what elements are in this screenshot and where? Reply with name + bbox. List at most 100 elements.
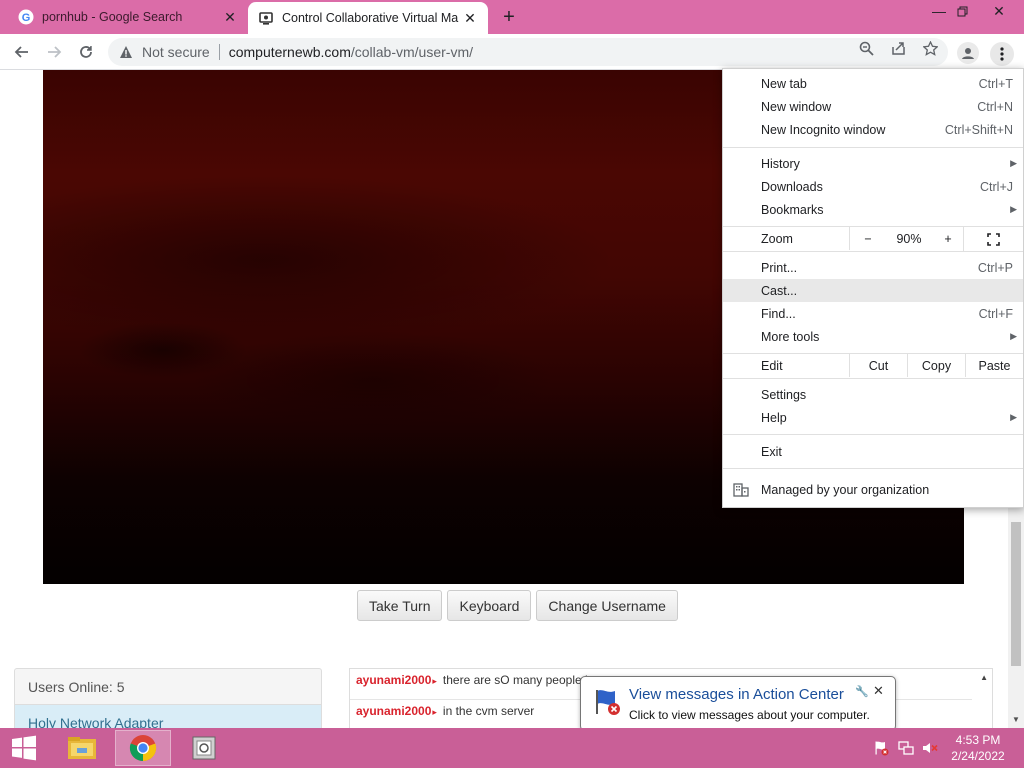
menu-item-bookmarks[interactable]: Bookmarks ▶: [723, 198, 1023, 221]
menu-shortcut: Ctrl+F: [978, 306, 1013, 321]
zoom-icon[interactable]: [858, 40, 874, 56]
menu-label: Bookmarks: [761, 202, 824, 217]
vm-app-icon[interactable]: [176, 730, 232, 766]
tab-strip: G pornhub - Google Search ✕ Control Coll…: [0, 0, 1024, 34]
close-tab-icon[interactable]: ✕: [462, 10, 478, 26]
divider: [218, 44, 220, 60]
clock-time: 4:53 PM: [955, 733, 1001, 747]
url-path: /collab-vm/user-vm/: [350, 44, 474, 60]
start-button[interactable]: [0, 728, 48, 768]
menu-item-more-tools[interactable]: More tools ▶: [723, 325, 1023, 348]
notification-text: Click to view messages about your comput…: [629, 708, 870, 722]
clock-date: 2/24/2022: [951, 749, 1005, 763]
menu-label: Cast...: [761, 283, 798, 298]
submenu-arrow-icon: ▶: [1010, 158, 1017, 168]
menu-item-new-tab[interactable]: New tab Ctrl+T: [723, 72, 1023, 95]
browser-toolbar: Not secure computernewb.com/collab-vm/us…: [0, 34, 1024, 70]
tab-collabvm[interactable]: Control Collaborative Virtual Ma ✕: [248, 2, 488, 34]
menu-label: History: [761, 156, 800, 171]
scrollbar-thumb[interactable]: [1011, 522, 1021, 666]
url-host: computernewb.com: [228, 44, 351, 60]
menu-item-zoom: Zoom − 90% +: [723, 227, 1023, 251]
zoom-controls: − 90% +: [849, 227, 963, 250]
google-icon: G: [18, 9, 34, 25]
chrome-menu-icon[interactable]: [990, 42, 1014, 66]
file-explorer-icon[interactable]: [54, 730, 110, 766]
action-center-tray-icon[interactable]: [874, 740, 890, 756]
menu-item-downloads[interactable]: Downloads Ctrl+J: [723, 175, 1023, 198]
menu-separator: [723, 251, 1023, 252]
windows-logo-icon: [12, 735, 36, 761]
menu-shortcut: Ctrl+T: [978, 76, 1013, 91]
menu-item-cast[interactable]: Cast...: [723, 279, 1023, 302]
back-arrow-icon[interactable]: [11, 41, 33, 63]
change-username-button[interactable]: Change Username: [536, 590, 678, 621]
close-icon[interactable]: ✕: [873, 683, 884, 699]
take-turn-button[interactable]: Take Turn: [357, 590, 443, 621]
menu-item-find[interactable]: Find... Ctrl+F: [723, 302, 1023, 325]
user-list-item[interactable]: Holy Network Adapter: [15, 705, 321, 728]
paste-button[interactable]: Paste: [965, 354, 1023, 377]
action-center-notification[interactable]: View messages in Action Center Click to …: [580, 676, 896, 740]
system-clock[interactable]: 4:53 PM 2/24/2022: [948, 732, 1008, 764]
scroll-up-arrow-icon[interactable]: ▲: [980, 673, 988, 682]
menu-item-history[interactable]: History ▶: [723, 152, 1023, 175]
submenu-arrow-icon: ▶: [1010, 412, 1017, 422]
taskbar: 4:53 PM 2/24/2022: [0, 728, 1024, 768]
menu-label: Help: [761, 410, 787, 425]
menu-shortcut: Ctrl+J: [980, 179, 1013, 194]
menu-item-new-window[interactable]: New window Ctrl+N: [723, 95, 1023, 118]
menu-item-settings[interactable]: Settings: [723, 383, 1023, 406]
users-online-panel: Users Online: 5 Holy Network Adapter: [14, 668, 322, 728]
scroll-down-arrow-icon[interactable]: ▼: [1012, 715, 1020, 724]
tab-title: Control Collaborative Virtual Ma: [282, 11, 459, 25]
menu-label: New Incognito window: [761, 122, 886, 137]
address-bar[interactable]: Not secure computernewb.com/collab-vm/us…: [108, 38, 948, 66]
chat-username[interactable]: ayunami2000: [356, 673, 437, 687]
menu-item-exit[interactable]: Exit: [723, 440, 1023, 463]
close-tab-icon[interactable]: ✕: [222, 9, 238, 25]
copy-button[interactable]: Copy: [907, 354, 965, 377]
menu-item-new-incognito[interactable]: New Incognito window Ctrl+Shift+N: [723, 118, 1023, 141]
restore-icon[interactable]: [946, 0, 978, 22]
notification-title[interactable]: View messages in Action Center: [629, 686, 844, 703]
menu-separator: [723, 468, 1023, 469]
warning-icon[interactable]: [118, 44, 134, 60]
menu-label: New window: [761, 99, 832, 114]
security-status[interactable]: Not secure: [142, 44, 210, 60]
menu-item-print[interactable]: Print... Ctrl+P: [723, 256, 1023, 279]
submenu-arrow-icon: ▶: [1010, 204, 1017, 214]
menu-item-help[interactable]: Help ▶: [723, 406, 1023, 429]
wrench-icon[interactable]: 🔧: [855, 685, 869, 698]
new-tab-button[interactable]: +: [498, 6, 520, 28]
menu-shortcut: Ctrl+Shift+N: [944, 122, 1013, 137]
menu-shortcut: Ctrl+P: [977, 260, 1013, 275]
tab-google-search[interactable]: G pornhub - Google Search ✕: [8, 0, 248, 34]
keyboard-button[interactable]: Keyboard: [447, 590, 532, 621]
forward-arrow-icon[interactable]: [43, 41, 65, 63]
action-center-flag-icon: [593, 687, 623, 717]
menu-label: Exit: [761, 444, 782, 459]
reload-icon[interactable]: [75, 41, 97, 63]
chrome-icon[interactable]: [115, 730, 171, 766]
menu-separator: [723, 378, 1023, 379]
profile-avatar-icon[interactable]: [957, 42, 979, 64]
menu-item-managed[interactable]: Managed by your organization: [723, 478, 1023, 501]
fullscreen-icon[interactable]: [963, 227, 1023, 251]
network-icon[interactable]: [898, 740, 914, 756]
zoom-in-button[interactable]: +: [932, 227, 964, 250]
menu-label: Managed by your organization: [761, 482, 930, 497]
zoom-out-button[interactable]: −: [850, 227, 886, 250]
menu-label: New tab: [761, 76, 807, 91]
url-text[interactable]: computernewb.com/collab-vm/user-vm/: [229, 44, 473, 60]
share-icon[interactable]: [890, 40, 906, 56]
bookmark-star-icon[interactable]: [922, 40, 938, 56]
cut-button[interactable]: Cut: [849, 354, 907, 377]
edit-controls: Cut Copy Paste: [849, 354, 1023, 377]
close-window-icon[interactable]: ✕: [978, 0, 1020, 22]
volume-muted-icon[interactable]: [922, 740, 938, 756]
users-online-count: Users Online: 5: [15, 669, 321, 705]
chrome-main-menu: New tab Ctrl+T New window Ctrl+N New Incog…: [722, 68, 1024, 508]
chat-username[interactable]: ayunami2000: [356, 704, 437, 718]
menu-label: Settings: [761, 387, 807, 402]
